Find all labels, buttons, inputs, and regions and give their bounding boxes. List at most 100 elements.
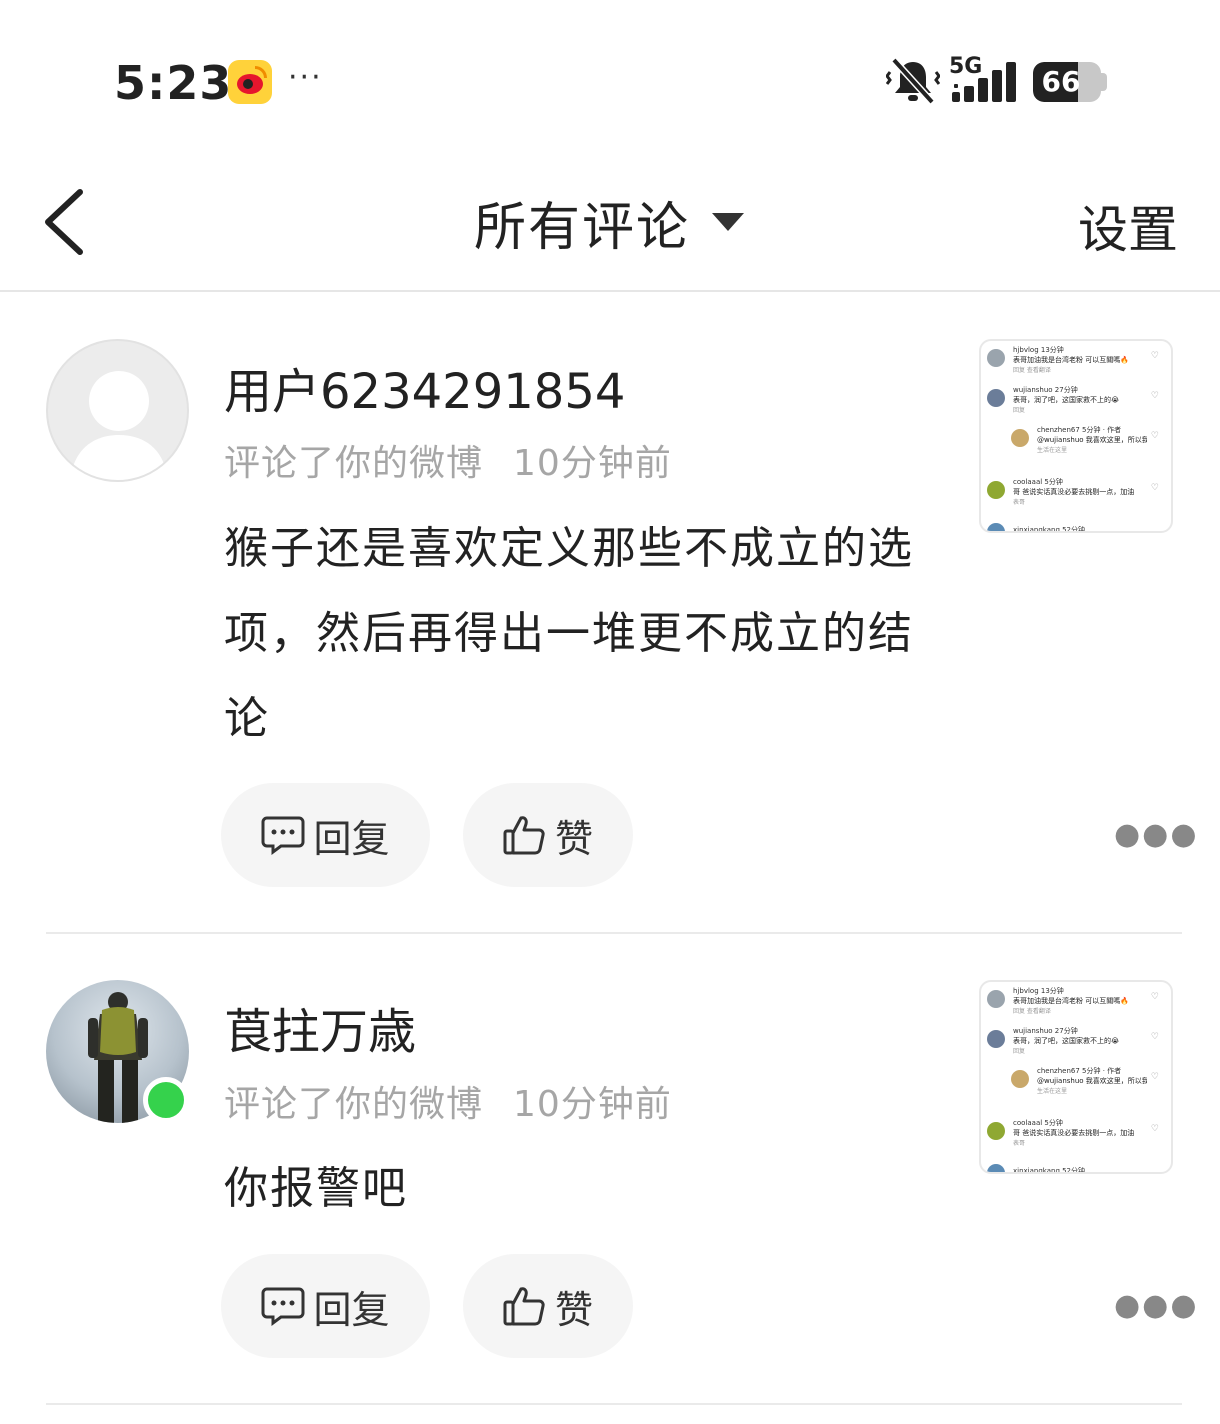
avatar[interactable] (46, 339, 189, 482)
thumbnail-comment: coolaaal 5分钟 哥 爸说实话真没必要去挑剔一点，加油 表哥 ♡ (987, 477, 1167, 515)
thumbnail-comment: hjbvlog 13分钟 表哥加油我是台湾老粉 可以互關嗎🔥 回复 查看翻译 ♡ (987, 986, 1167, 1024)
comment-action: 评论了你的微博 (224, 1084, 484, 1125)
comment-meta: 评论了你的微博 10分钟前 (224, 434, 672, 486)
thumbnail-text: 表哥，润了吧，这国家救不上的😭 (1013, 1037, 1120, 1045)
status-time: 5:23 (114, 56, 233, 110)
comment-bubble-icon (261, 816, 305, 855)
comment-action: 评论了你的微博 (224, 443, 484, 484)
thumbnail-avatar (987, 523, 1005, 531)
thumbnail-sub: 回复 查看翻译 (1013, 367, 1051, 374)
thumbnail-avatar (1011, 429, 1029, 447)
thumbnail-name: xinxiangkang 52分钟 (1013, 526, 1086, 533)
thumbnail-avatar (987, 1164, 1005, 1172)
thumbnail-sub: 表哥 (1013, 499, 1026, 506)
thumbnail-avatar (1011, 1070, 1029, 1088)
like-label: 赞 (554, 1287, 593, 1332)
thumbnail-avatar (987, 1122, 1005, 1140)
status-bar: 5:23 ··· 5G 66 (0, 0, 1220, 160)
heart-icon: ♡ (1150, 391, 1159, 401)
thumbnail-sub: 回复 (1013, 1048, 1026, 1055)
divider (46, 1403, 1182, 1405)
thumbnail-name: hjbvlog 13分钟 (1013, 987, 1064, 995)
cellular-signal-icon (952, 62, 1016, 102)
nav-bar: 所有评论 设置 (0, 160, 1220, 292)
thumbnail-sub: 生活在这里 (1037, 447, 1068, 454)
thumbnail-text: @wujianshuo 我喜欢这里，所以我 (1037, 1077, 1147, 1085)
settings-button[interactable]: 设置 (1078, 190, 1178, 262)
heart-icon: ♡ (1150, 483, 1159, 493)
thumbnail-avatar (987, 990, 1005, 1008)
thumbnail-text: 哥 爸说实话真没必要去挑剔一点，加油 (1013, 488, 1135, 496)
status-more-icon: ··· (288, 60, 323, 95)
thumbs-up-icon (503, 1287, 545, 1326)
weibo-app-icon (228, 60, 272, 104)
thumbnail-sub: 回复 查看翻译 (1013, 1008, 1051, 1015)
thumbnail-name: coolaaal 5分钟 (1013, 478, 1063, 486)
heart-icon: ♡ (1150, 1124, 1159, 1134)
page-title: 所有评论 (474, 197, 691, 258)
thumbnail-avatar (987, 349, 1005, 367)
weibo-thumbnail[interactable]: hjbvlog 13分钟 表哥加油我是台湾老粉 可以互關嗎🔥 回复 查看翻译 ♡… (979, 339, 1173, 533)
thumbnail-name: chenzhen67 5分钟 · 作者 (1037, 426, 1122, 434)
like-button[interactable]: 赞 (463, 1254, 633, 1358)
reply-button[interactable]: 回复 (221, 783, 430, 887)
reply-button[interactable]: 回复 (221, 1254, 430, 1358)
thumbnail-comment: chenzhen67 5分钟 · 作者 @wujianshuo 我喜欢这里，所以… (1011, 425, 1167, 463)
comment-bubble-icon (261, 1287, 305, 1326)
thumbnail-comment: wujianshuo 27分钟 表哥，润了吧，这国家救不上的😭 回复 ♡ (987, 1026, 1167, 1064)
thumbnail-name: xinxiangkang 52分钟 (1013, 1167, 1086, 1174)
thumbnail-sub: 生活在这里 (1037, 1088, 1068, 1095)
thumbnail-comment: wujianshuo 27分钟 表哥，润了吧，这国家救不上的😭 回复 ♡ (987, 385, 1167, 423)
battery-cap (1101, 73, 1107, 91)
thumbnail-comment: hjbvlog 13分钟 表哥加油我是台湾老粉 可以互關嗎🔥 回复 查看翻译 ♡ (987, 345, 1167, 383)
like-button[interactable]: 赞 (463, 783, 633, 887)
thumbnail-name: wujianshuo 27分钟 (1013, 386, 1078, 394)
comment-text: 猴子还是喜欢定义那些不成立的选项，然后再得出一堆更不成立的结论 (224, 523, 914, 744)
thumbnail-comment: coolaaal 5分钟 哥 爸说实话真没必要去挑剔一点，加油 表哥 ♡ (987, 1118, 1167, 1156)
battery-level-label: 66 (1041, 65, 1081, 98)
thumbnail-text: 表哥加油我是台湾老粉 可以互關嗎🔥 (1013, 356, 1129, 364)
heart-icon: ♡ (1150, 992, 1159, 1002)
thumbnail-text: 哥 爸说实话真没必要去挑剔一点，加油 (1013, 1129, 1135, 1137)
like-label: 赞 (554, 816, 593, 861)
thumbnail-name: chenzhen67 5分钟 · 作者 (1037, 1067, 1122, 1075)
thumbnail-comment: xinxiangkang 52分钟 (987, 1164, 1167, 1174)
thumbnail-text: 表哥加油我是台湾老粉 可以互關嗎🔥 (1013, 997, 1129, 1005)
thumbnail-name: hjbvlog 13分钟 (1013, 346, 1064, 354)
reply-label: 回复 (313, 816, 390, 861)
thumbnail-name: wujianshuo 27分钟 (1013, 1027, 1078, 1035)
reply-label: 回复 (313, 1287, 390, 1332)
username[interactable]: 用户6234291854 (224, 352, 625, 422)
thumbnail-comment: xinxiangkang 52分钟 (987, 523, 1167, 533)
username[interactable]: 莨拄万歳 (224, 992, 416, 1062)
comment-text: 你报警吧 (224, 1163, 408, 1214)
heart-icon: ♡ (1150, 351, 1159, 361)
default-avatar-icon (70, 371, 168, 480)
dropdown-triangle-icon (712, 213, 745, 231)
comment-time: 10分钟前 (513, 1084, 672, 1125)
thumbnail-sub: 回复 (1013, 407, 1026, 414)
heart-icon: ♡ (1150, 431, 1159, 441)
thumbnail-name: coolaaal 5分钟 (1013, 1119, 1063, 1127)
thumbs-up-icon (503, 816, 545, 855)
comment-time: 10分钟前 (513, 443, 672, 484)
more-options-button[interactable]: ●●● (1114, 1288, 1199, 1323)
back-button[interactable] (36, 184, 96, 260)
mute-vibrate-icon (886, 57, 940, 105)
thumbnail-comment: chenzhen67 5分钟 · 作者 @wujianshuo 我喜欢这里，所以… (1011, 1066, 1167, 1104)
back-arrow-icon (45, 189, 83, 255)
thumbnail-avatar (987, 481, 1005, 499)
thumbnail-avatar (987, 1030, 1005, 1048)
thumbnail-avatar (987, 389, 1005, 407)
weibo-thumbnail[interactable]: hjbvlog 13分钟 表哥加油我是台湾老粉 可以互關嗎🔥 回复 查看翻译 ♡… (979, 980, 1173, 1174)
comment-filter-dropdown[interactable]: 所有评论 (474, 190, 745, 258)
more-options-button[interactable]: ●●● (1114, 817, 1199, 852)
divider (46, 932, 1182, 934)
heart-icon: ♡ (1150, 1072, 1159, 1082)
thumbnail-text: 表哥，润了吧，这国家救不上的😭 (1013, 396, 1120, 404)
comment-meta: 评论了你的微博 10分钟前 (224, 1075, 672, 1127)
heart-icon: ♡ (1150, 1032, 1159, 1042)
thumbnail-text: @wujianshuo 我喜欢这里，所以我 (1037, 436, 1147, 444)
battery-icon: 66 (1033, 62, 1101, 102)
online-status-dot (143, 1077, 189, 1123)
